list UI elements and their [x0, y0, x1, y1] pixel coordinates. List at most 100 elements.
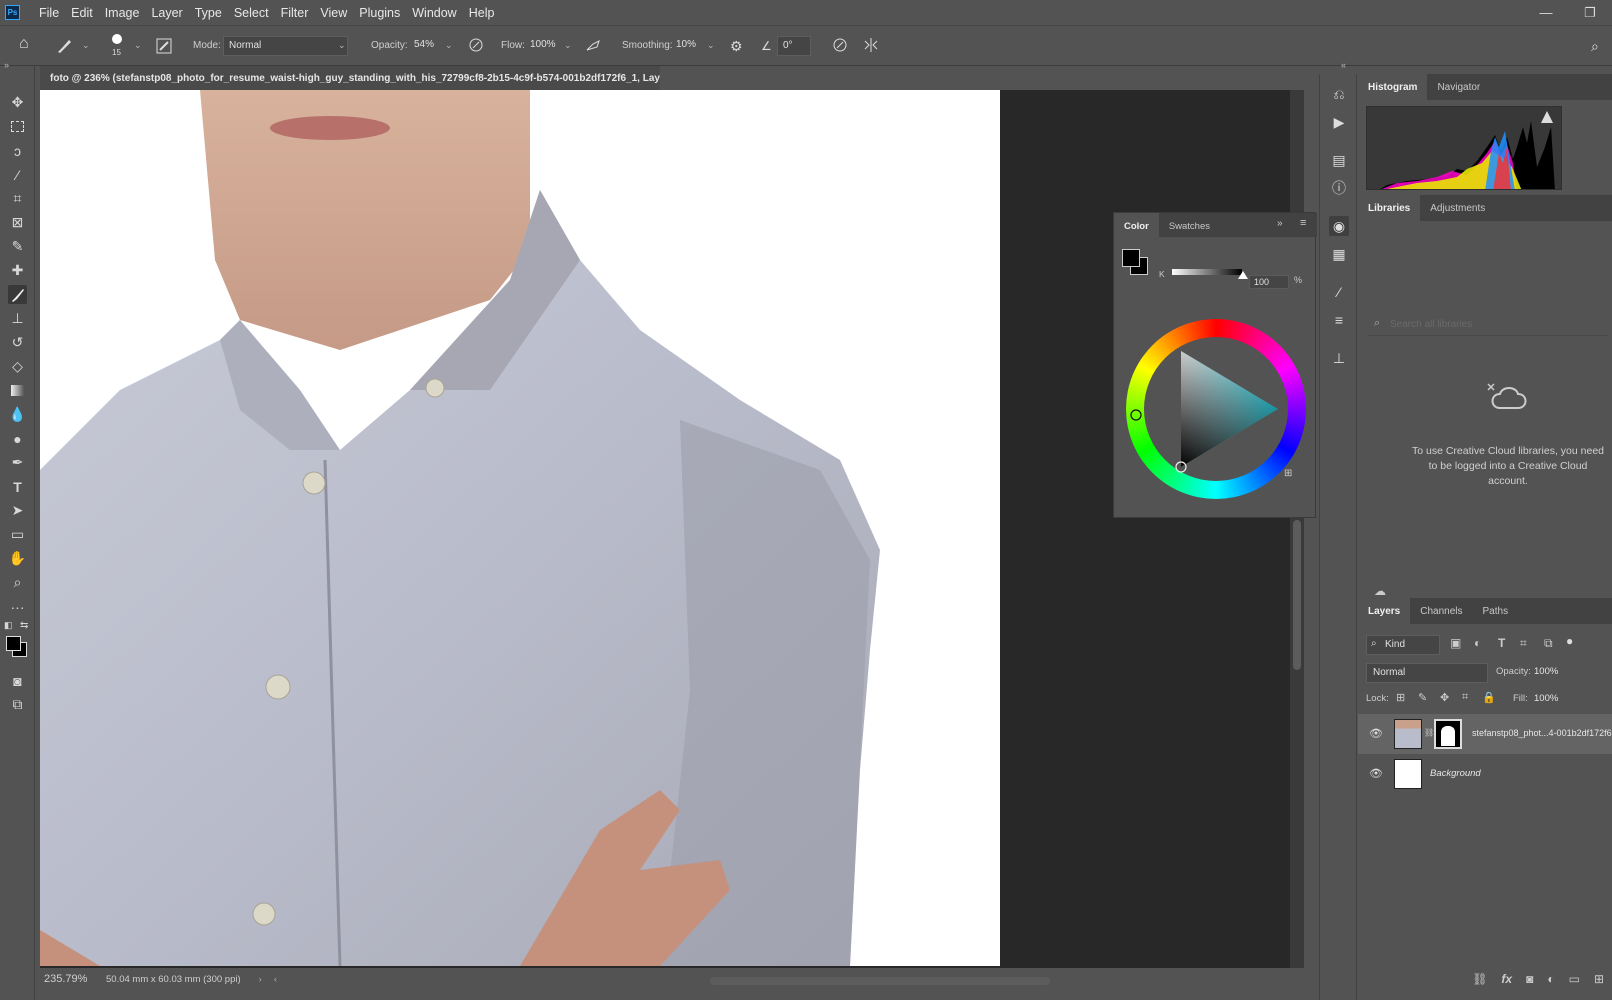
layer-opacity-value[interactable]: 100%	[1534, 666, 1558, 677]
vertical-scroll-thumb[interactable]	[1293, 520, 1301, 670]
layer-row[interactable]: 👁 Background	[1358, 754, 1612, 794]
hand-tool-icon[interactable]: ✋	[8, 549, 27, 568]
tab-adjustments[interactable]: Adjustments	[1420, 195, 1495, 221]
lasso-tool-icon[interactable]: ↄ	[8, 141, 27, 160]
menu-image[interactable]: Image	[105, 6, 140, 20]
brushes-panel-icon[interactable]: ⁄	[1329, 282, 1349, 302]
lock-all-icon[interactable]: 🔒	[1482, 691, 1496, 704]
smoothing-input[interactable]: 10%	[671, 36, 703, 56]
lock-artboard-icon[interactable]: ⌗	[1462, 691, 1468, 704]
k-value-input[interactable]: 100	[1249, 275, 1289, 289]
brush-settings-panel-icon[interactable]: ≡	[1329, 310, 1349, 330]
filter-toggle-icon[interactable]: ●	[1566, 634, 1573, 648]
k-slider[interactable]	[1172, 269, 1242, 275]
swatches-panel-icon[interactable]: ▦	[1329, 244, 1349, 264]
tab-libraries[interactable]: Libraries	[1358, 195, 1421, 221]
more-tools-icon[interactable]: ···	[8, 597, 27, 616]
tab-histogram[interactable]: Histogram	[1358, 74, 1428, 100]
screen-mode-icon[interactable]: ⧉	[8, 695, 27, 714]
tool-preset-chevron-icon[interactable]: ⌄	[82, 40, 90, 51]
filter-type-icon[interactable]: T	[1498, 636, 1505, 650]
color-panel-icon[interactable]: ◉	[1329, 216, 1349, 236]
filter-smart-object-icon[interactable]: ⧉	[1544, 636, 1553, 651]
new-adjustment-icon[interactable]: ◐	[1547, 972, 1554, 986]
menu-filter[interactable]: Filter	[281, 6, 309, 20]
symmetry-icon[interactable]	[862, 37, 880, 53]
k-slider-handle[interactable]	[1238, 271, 1248, 279]
tab-swatches[interactable]: Swatches	[1159, 213, 1220, 239]
foreground-color-swatch[interactable]	[6, 636, 21, 651]
menu-select[interactable]: Select	[234, 6, 269, 20]
info-panel-icon[interactable]: ⓘ	[1329, 178, 1349, 198]
new-layer-icon[interactable]: ⊞	[1594, 972, 1604, 986]
search-icon[interactable]: ⌕	[1591, 38, 1599, 54]
smoothing-chevron-icon[interactable]: ⌄	[707, 40, 715, 51]
type-tool-icon[interactable]: T	[8, 477, 27, 496]
healing-brush-tool-icon[interactable]: ✚	[8, 261, 27, 280]
eyedropper-tool-icon[interactable]: ✎	[8, 237, 27, 256]
eraser-tool-icon[interactable]: ◇	[8, 357, 27, 376]
color-fg-bg-swatch[interactable]	[1122, 249, 1152, 279]
history-panel-icon[interactable]: ⎌	[1329, 84, 1349, 104]
tab-channels[interactable]: Channels	[1410, 598, 1472, 624]
tab-layers[interactable]: Layers	[1358, 598, 1411, 624]
opacity-input[interactable]: 54%	[409, 36, 443, 56]
menu-file[interactable]: File	[39, 6, 59, 20]
visibility-eye-icon[interactable]: 👁	[1369, 727, 1383, 740]
layer-filter-kind-select[interactable]: Kind	[1366, 635, 1440, 655]
menu-type[interactable]: Type	[195, 6, 222, 20]
filter-shape-icon[interactable]: ⌗	[1520, 636, 1527, 651]
move-tool-icon[interactable]: ✥	[8, 93, 27, 112]
mode-select[interactable]: Normal	[223, 36, 348, 56]
tab-paths[interactable]: Paths	[1473, 598, 1519, 624]
visibility-eye-icon[interactable]: 👁	[1369, 767, 1383, 780]
history-brush-tool-icon[interactable]: ↺	[8, 333, 27, 352]
add-mask-icon[interactable]: ◙	[1526, 972, 1533, 986]
document-canvas[interactable]	[40, 90, 1000, 966]
panel-collapse-icon[interactable]: «	[1341, 60, 1346, 72]
pen-tool-icon[interactable]: ✒	[8, 453, 27, 472]
brush-tool-icon[interactable]	[56, 38, 72, 54]
tab-color[interactable]: Color	[1114, 213, 1159, 239]
brush-settings-icon[interactable]	[156, 38, 172, 54]
link-layers-icon[interactable]: ⛓	[1472, 972, 1487, 986]
flow-chevron-icon[interactable]: ⌄	[564, 40, 572, 51]
panel-menu-icon[interactable]: ≡	[1300, 217, 1306, 229]
angle-input[interactable]: 0°	[777, 36, 811, 56]
properties-panel-icon[interactable]: ▤	[1329, 150, 1349, 170]
layer-row[interactable]: 👁 ⛓ stefanstp08_phot...4-001b2df172f6	[1358, 714, 1612, 754]
cloud-sync-icon[interactable]: ☁	[1374, 584, 1386, 598]
restore-button[interactable]: ❐	[1568, 5, 1612, 21]
menu-layer[interactable]: Layer	[151, 6, 182, 20]
crop-tool-icon[interactable]: ⌗	[8, 189, 27, 208]
brush-tool-icon[interactable]	[8, 285, 27, 304]
pressure-opacity-icon[interactable]	[468, 37, 484, 53]
airbrush-icon[interactable]	[585, 37, 603, 53]
brush-picker-chevron-icon[interactable]: ⌄	[134, 40, 142, 51]
minimize-button[interactable]: —	[1524, 5, 1568, 20]
document-tab[interactable]: foto @ 236% (stefanstp08_photo_for_resum…	[40, 66, 660, 90]
menu-view[interactable]: View	[320, 6, 347, 20]
libraries-search-input[interactable]: Search all libraries	[1368, 314, 1608, 336]
fx-icon[interactable]: fx	[1501, 972, 1512, 986]
opacity-chevron-icon[interactable]: ⌄	[445, 40, 453, 51]
clone-source-panel-icon[interactable]: ⊥	[1329, 348, 1349, 368]
flow-input[interactable]: 100%	[525, 36, 563, 56]
color-triangle[interactable]	[1126, 319, 1306, 499]
blur-tool-icon[interactable]: 💧	[8, 405, 27, 424]
pressure-size-icon[interactable]	[832, 37, 848, 53]
swap-colors-icon[interactable]: ⇆	[20, 620, 28, 631]
collapse-panel-icon[interactable]: »	[1277, 218, 1283, 229]
dodge-tool-icon[interactable]: ●	[8, 429, 27, 448]
zoom-level[interactable]: 235.79%	[44, 973, 102, 985]
new-group-icon[interactable]: ▭	[1569, 972, 1580, 986]
mask-link-icon[interactable]: ⛓	[1424, 728, 1434, 737]
lock-transparent-icon[interactable]: ⊞	[1396, 691, 1405, 704]
quick-mask-icon[interactable]: ◙	[8, 671, 27, 690]
filter-adjustment-icon[interactable]: ◐	[1474, 636, 1481, 650]
lock-position-icon[interactable]: ✥	[1440, 691, 1449, 704]
brush-preview-icon[interactable]	[112, 34, 122, 44]
home-icon[interactable]: ⌂	[19, 36, 29, 52]
default-colors-icon[interactable]: ◧	[4, 620, 13, 631]
status-expand-icon[interactable]: ›	[259, 974, 262, 985]
